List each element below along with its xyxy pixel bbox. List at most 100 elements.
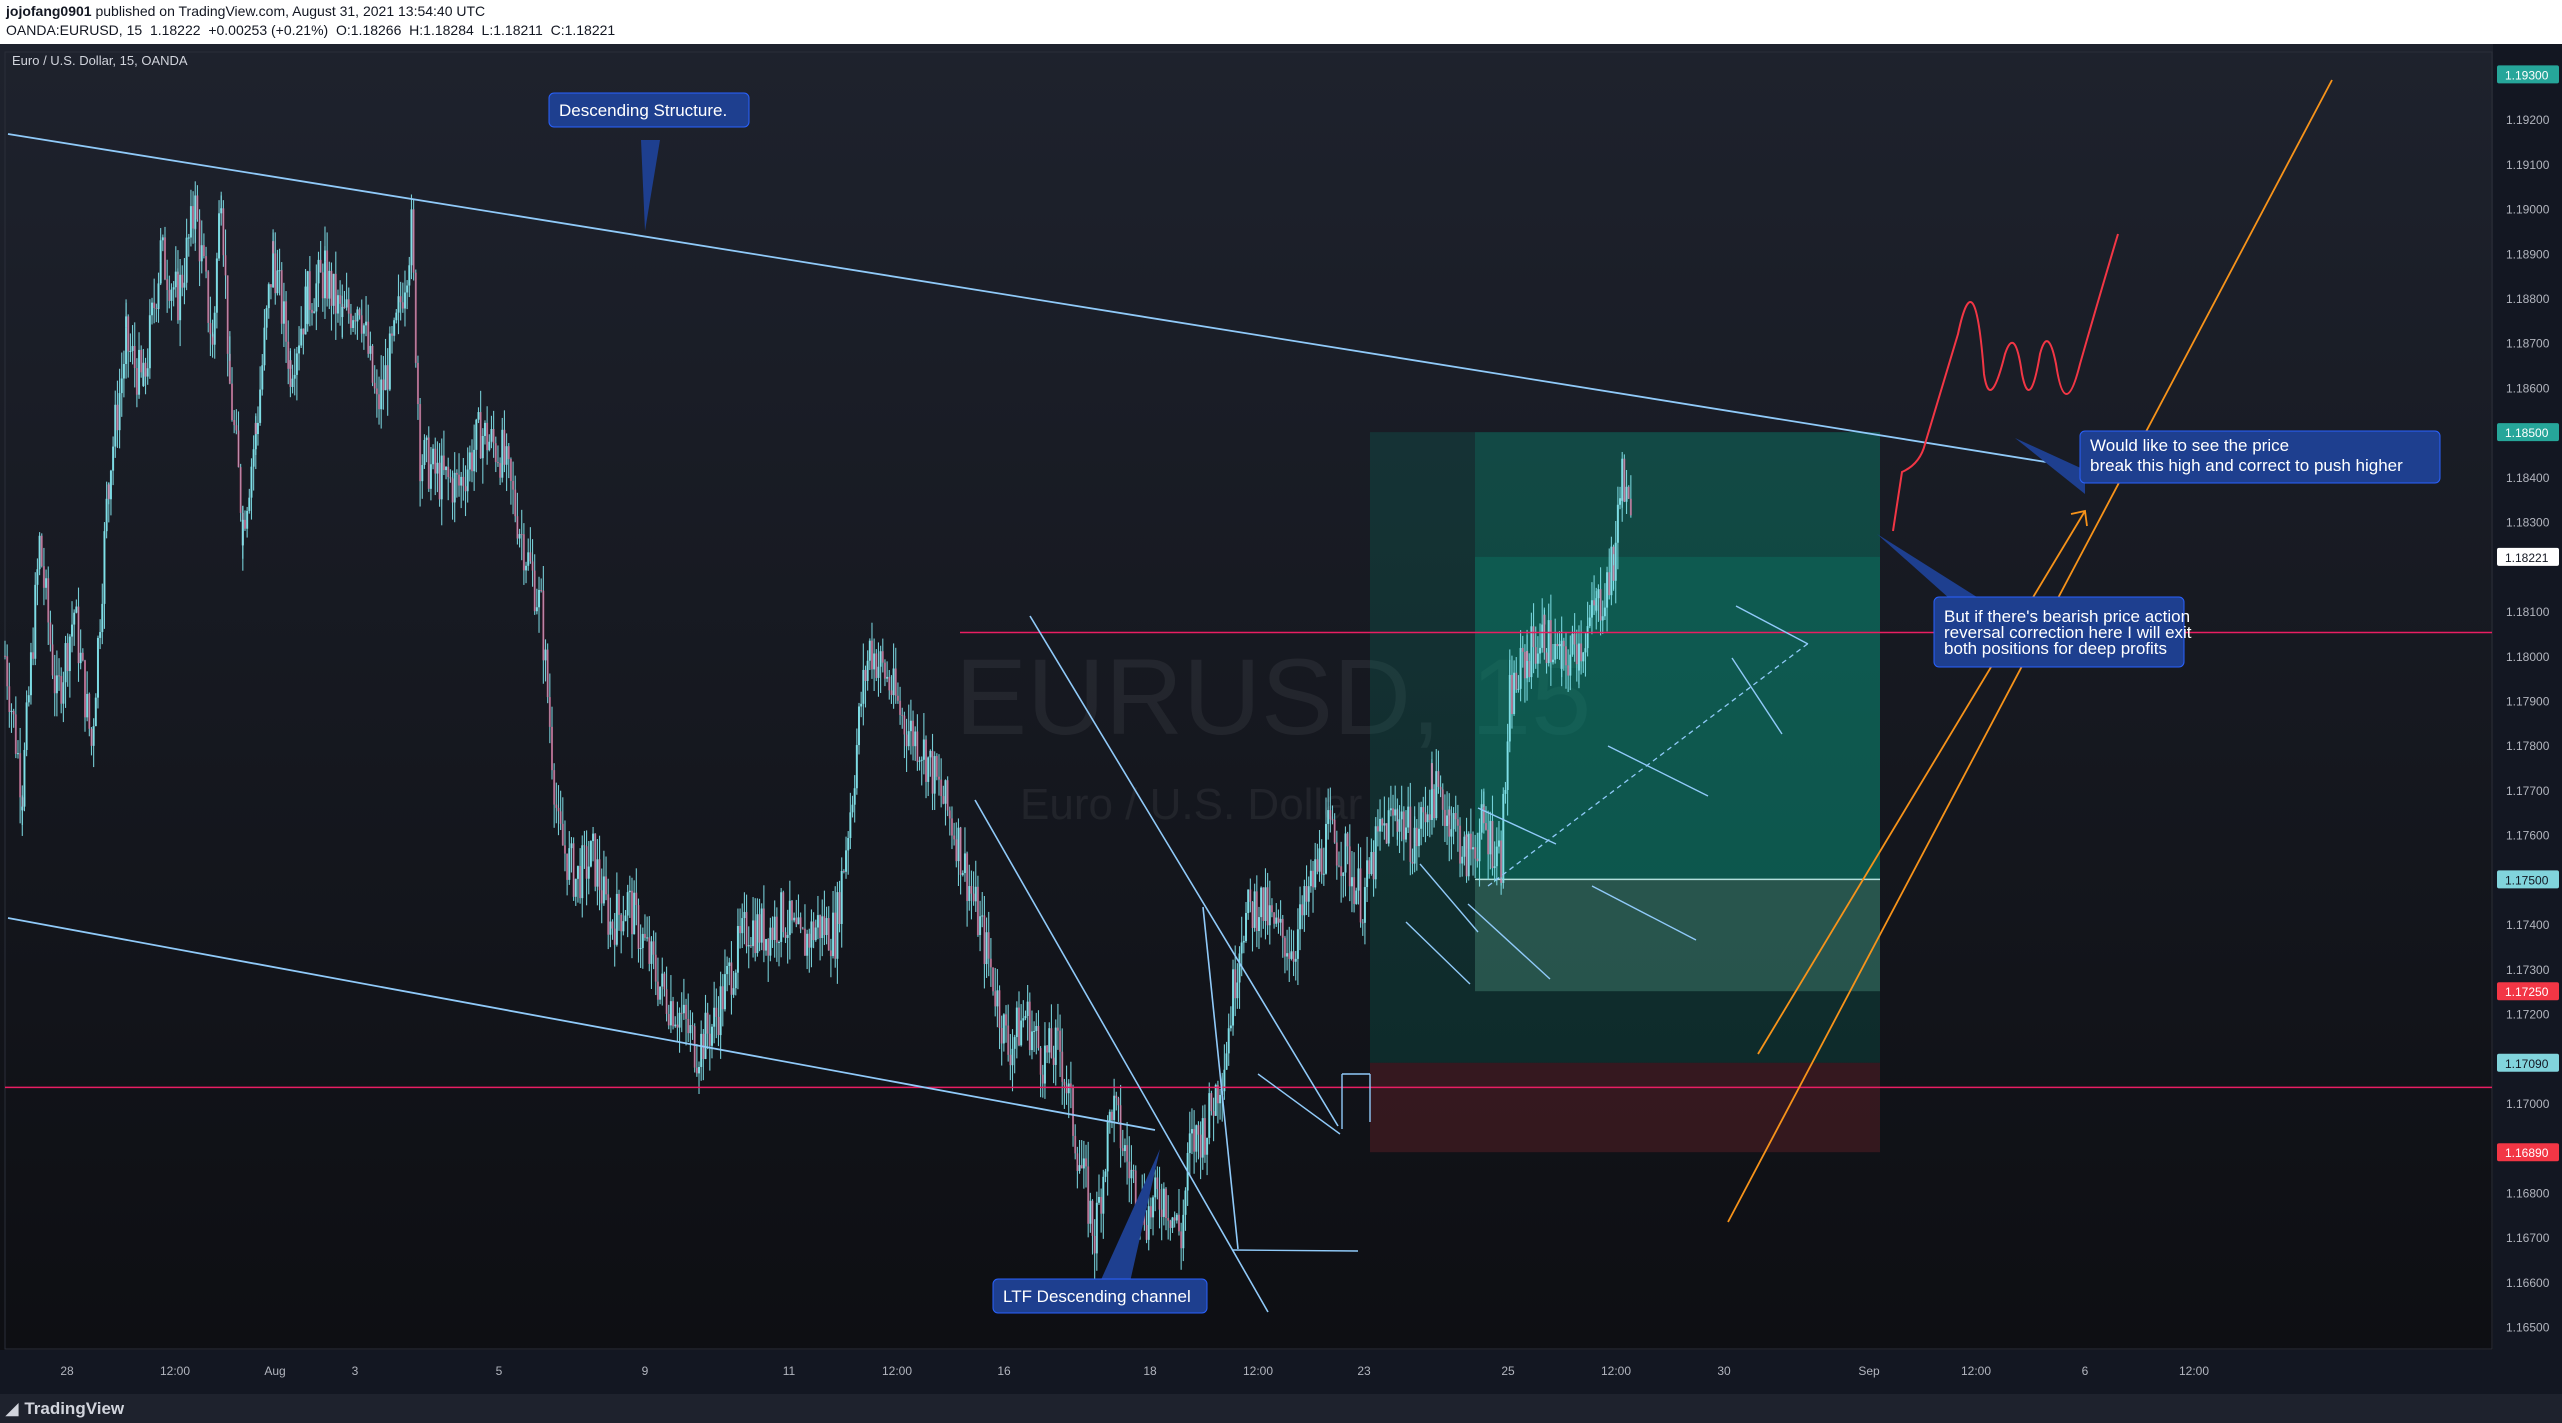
author-name[interactable]: jojofang0901: [6, 3, 92, 19]
candle-body: [1056, 1027, 1059, 1031]
candle-body: [1571, 633, 1574, 655]
ohlc-summary: OANDA:EURUSD, 15 1.18222 +0.00253 (+0.21…: [6, 22, 615, 38]
candle-body: [1337, 865, 1340, 867]
candle-body: [278, 270, 281, 272]
tradingview-logo[interactable]: ◢ TradingView: [6, 1399, 124, 1419]
candle-body: [237, 430, 240, 468]
candle-body: [341, 306, 344, 318]
candle-body: [1454, 813, 1457, 820]
candle-body: [862, 669, 865, 704]
candle-body: [1422, 807, 1425, 813]
candle-body: [332, 273, 335, 306]
candle-body: [1586, 626, 1589, 649]
candle-body: [397, 296, 400, 313]
candle-body: [375, 388, 378, 395]
candle-body: [477, 412, 480, 420]
candle-body: [557, 807, 560, 812]
candle-body: [94, 697, 97, 727]
candle-body: [1420, 807, 1423, 829]
time-tick-label: 30: [1717, 1364, 1731, 1378]
candle-body: [998, 990, 1001, 1028]
candle-body: [421, 465, 424, 482]
candle-body: [842, 871, 845, 873]
legend-title[interactable]: Euro / U.S. Dollar, 15, OANDA: [12, 53, 188, 68]
candle-body: [1355, 890, 1358, 904]
chart-area[interactable]: EURUSD, 15 Euro / U.S. Dollar Descending…: [0, 44, 2562, 1394]
candle-body: [1152, 1197, 1155, 1218]
candle-body: [816, 915, 819, 928]
time-tick-label: 12:00: [2179, 1364, 2209, 1378]
candle-body: [1368, 860, 1371, 874]
candle-body: [250, 466, 253, 498]
candle-body: [1361, 922, 1364, 924]
candle-body: [14, 714, 17, 754]
candle-body: [503, 429, 506, 465]
candle-body: [45, 578, 48, 588]
candle-body: [1394, 809, 1397, 816]
candle-body: [1325, 823, 1328, 874]
candle-body: [187, 237, 190, 239]
candle-body: [665, 989, 668, 1014]
candle-body: [1273, 912, 1276, 924]
candle-body: [261, 365, 264, 390]
candle-body: [449, 477, 452, 479]
candle-body: [806, 933, 809, 956]
candle-body: [979, 916, 982, 935]
candle-body: [790, 900, 793, 921]
candle-body: [648, 937, 651, 964]
candle-body: [81, 652, 84, 661]
candle-body: [408, 265, 411, 286]
candle-body: [892, 668, 895, 696]
candle-body: [475, 419, 478, 450]
candle-body: [401, 302, 404, 309]
candle-body: [1015, 1007, 1018, 1038]
candle-body: [349, 313, 352, 329]
candle-body: [1059, 1030, 1062, 1052]
candle-body: [1312, 870, 1315, 888]
candle-body: [907, 731, 910, 747]
candle-body: [36, 569, 39, 585]
candle-body: [518, 534, 521, 539]
candle-body: [1028, 1001, 1031, 1051]
candle-body: [1430, 763, 1433, 790]
candle-body: [1588, 617, 1591, 627]
candle-body: [1556, 643, 1559, 647]
candle-body: [992, 967, 995, 992]
candle-body: [12, 710, 15, 715]
candle-body: [749, 945, 752, 947]
candle-body: [576, 866, 579, 879]
price-tick-label: 1.17600: [2506, 829, 2550, 843]
candle-body: [1156, 1177, 1159, 1190]
candle-body: [1121, 1148, 1124, 1152]
candle-body: [215, 258, 218, 313]
candle-body: [732, 988, 735, 995]
candle-body: [153, 302, 156, 309]
price-tick-label: 1.18100: [2506, 605, 2550, 619]
candle-body: [1283, 937, 1286, 957]
candle-body: [1020, 1020, 1023, 1046]
candle-body: [488, 441, 491, 451]
candle-body: [736, 926, 739, 973]
candle-body: [272, 241, 275, 254]
candle-body: [248, 497, 251, 511]
candle-body: [200, 245, 203, 262]
candle-body: [598, 859, 601, 891]
chart-svg[interactable]: EURUSD, 15 Euro / U.S. Dollar Descending…: [0, 44, 2562, 1394]
candle-body: [1484, 823, 1487, 830]
candle-body: [252, 449, 255, 467]
candle-body: [1050, 1028, 1053, 1058]
candle-body: [174, 271, 177, 288]
candle-body: [1026, 1001, 1029, 1017]
candle-body: [391, 333, 394, 336]
candle-body: [1435, 771, 1438, 819]
candle-body: [1405, 827, 1407, 840]
candle-body: [25, 702, 28, 750]
time-tick-label: 12:00: [1243, 1364, 1273, 1378]
candle-body: [1495, 846, 1498, 867]
candle-body: [222, 208, 225, 256]
candle-body: [734, 972, 737, 989]
candle-body: [1426, 814, 1429, 823]
candle-body: [1543, 614, 1546, 653]
candle-body: [810, 921, 813, 948]
candle-body: [1154, 1177, 1157, 1198]
